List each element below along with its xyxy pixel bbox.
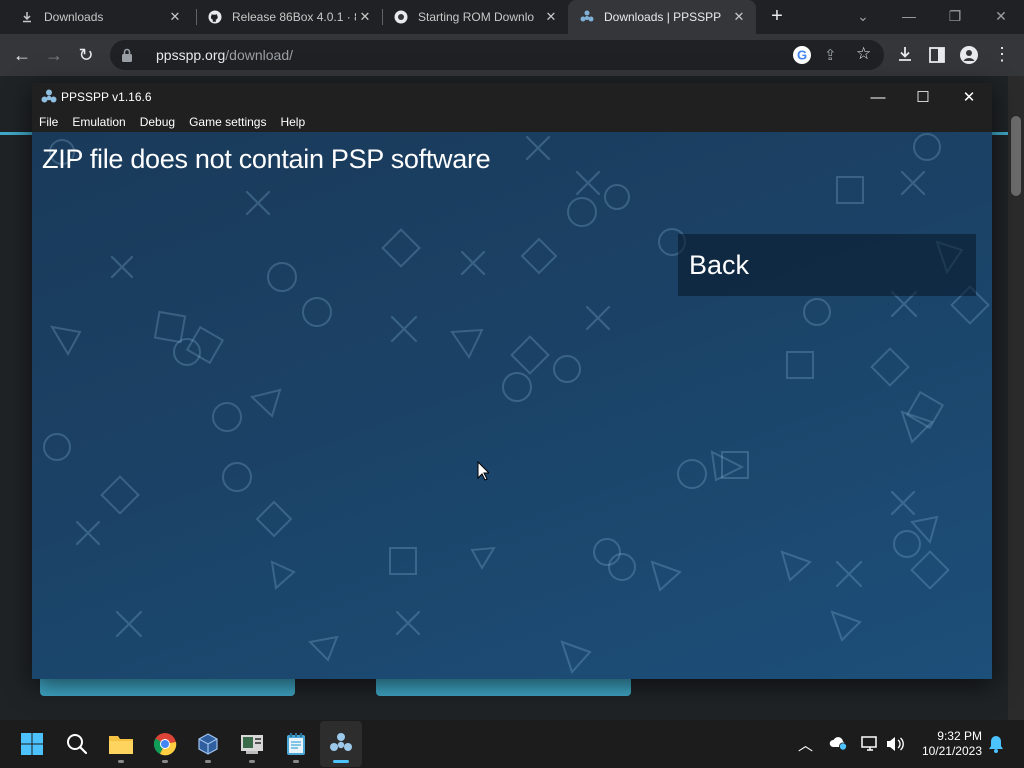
ppsspp-icon	[580, 10, 594, 24]
downloads-icon[interactable]	[896, 45, 916, 65]
url-host: ppsspp.org	[156, 47, 226, 63]
chrome-icon	[394, 10, 408, 24]
maximize-icon[interactable]: ☐	[900, 83, 946, 111]
app-content: ZIP file does not contain PSP software B…	[32, 132, 992, 679]
tab-ppsspp-downloads[interactable]: Downloads | PPSSPP ✕	[568, 0, 756, 34]
background-pattern	[43, 133, 990, 674]
clock-date: 10/21/2023	[921, 744, 982, 758]
close-tab-icon[interactable]: ✕	[542, 8, 560, 26]
download-icon	[20, 10, 34, 24]
chrome-icon[interactable]	[150, 729, 180, 759]
bookmark-star-icon[interactable]: ☆	[856, 44, 876, 64]
tab-title: Starting ROM Downlo	[418, 10, 535, 24]
taskbar-clock[interactable]: 9:32 PM 10/21/2023	[912, 729, 982, 759]
menu-debug[interactable]: Debug	[140, 115, 175, 129]
tab-search-icon[interactable]: ⌄	[840, 0, 886, 32]
ppsspp-window: PPSSPP v1.16.6 — ☐ ✕ File Emulation Debu…	[32, 83, 992, 679]
start-menu-icon[interactable]	[17, 729, 47, 759]
onedrive-icon[interactable]	[829, 734, 849, 754]
notification-bell-icon[interactable]	[988, 735, 1006, 753]
show-hidden-icons-icon[interactable]: ︿	[798, 734, 813, 755]
more-menu-icon[interactable]: ⋮	[993, 44, 1011, 66]
side-panel-icon[interactable]	[928, 46, 946, 64]
running-indicator	[249, 760, 255, 763]
menu-help[interactable]: Help	[280, 115, 305, 129]
close-tab-icon[interactable]: ✕	[730, 8, 748, 26]
github-icon	[208, 10, 222, 24]
tab-title: Release 86Box 4.0.1 · 86	[232, 10, 356, 24]
ppsspp-icon[interactable]	[326, 729, 356, 759]
volume-icon[interactable]	[885, 735, 905, 753]
app-menu-bar: File Emulation Debug Game settings Help	[32, 111, 992, 132]
search-icon[interactable]	[62, 729, 92, 759]
reload-icon[interactable]: ↻	[73, 42, 99, 68]
close-icon[interactable]: ✕	[946, 83, 992, 111]
file-explorer-icon[interactable]	[106, 729, 136, 759]
tab-title: Downloads | PPSSPP	[604, 10, 722, 24]
network-icon[interactable]	[860, 735, 880, 753]
virtualbox-icon[interactable]	[193, 729, 223, 759]
restore-icon[interactable]: ❐	[932, 0, 978, 32]
forward-arrow-icon[interactable]: →	[41, 42, 67, 68]
minimize-icon[interactable]: —	[886, 0, 932, 32]
minimize-icon[interactable]: —	[855, 83, 901, 111]
app-title: PPSSPP v1.16.6	[61, 90, 152, 104]
tab-title: Downloads	[44, 10, 104, 24]
google-lens-icon[interactable]: G	[792, 45, 812, 65]
running-indicator	[162, 760, 168, 763]
mouse-cursor-icon	[477, 460, 491, 481]
new-tab-button[interactable]: +	[762, 0, 792, 32]
share-icon[interactable]: ⇪	[824, 46, 844, 66]
back-button[interactable]: Back	[678, 234, 976, 296]
back-arrow-icon[interactable]: ←	[9, 42, 35, 68]
running-indicator	[293, 760, 299, 763]
menu-game-settings[interactable]: Game settings	[189, 115, 266, 129]
running-indicator	[205, 760, 211, 763]
tab-starting-rom-download[interactable]: Starting ROM Downlo ✕	[382, 0, 568, 34]
close-tab-icon[interactable]: ✕	[166, 8, 184, 26]
page-scrollbar[interactable]	[1008, 76, 1024, 720]
menu-emulation[interactable]: Emulation	[72, 115, 125, 129]
svg-text:G: G	[797, 48, 807, 63]
scrollbar-thumb[interactable]	[1011, 116, 1021, 196]
ppsspp-icon	[41, 89, 57, 105]
running-indicator	[118, 760, 124, 763]
profile-avatar[interactable]	[959, 45, 979, 65]
lock-icon[interactable]	[120, 47, 134, 63]
tab-86box-release[interactable]: Release 86Box 4.0.1 · 86 ✕	[196, 0, 382, 34]
error-message: ZIP file does not contain PSP software	[42, 144, 491, 174]
back-button-label: Back	[689, 249, 750, 280]
86box-icon[interactable]	[237, 729, 267, 759]
browser-tab-strip: Downloads ✕ Release 86Box 4.0.1 · 86 ✕ S…	[0, 0, 1024, 34]
active-app-indicator	[333, 760, 349, 763]
tab-downloads[interactable]: Downloads ✕	[8, 0, 192, 34]
url-path: /download/	[225, 47, 293, 63]
app-title-bar[interactable]: PPSSPP v1.16.6 — ☐ ✕	[32, 83, 992, 111]
clock-time: 9:32 PM	[937, 729, 982, 743]
menu-file[interactable]: File	[39, 115, 58, 129]
close-tab-icon[interactable]: ✕	[356, 8, 374, 26]
notepad-icon[interactable]	[281, 729, 311, 759]
url-text[interactable]: ppsspp.org/download/	[156, 46, 293, 64]
close-icon[interactable]: ✕	[978, 0, 1024, 32]
